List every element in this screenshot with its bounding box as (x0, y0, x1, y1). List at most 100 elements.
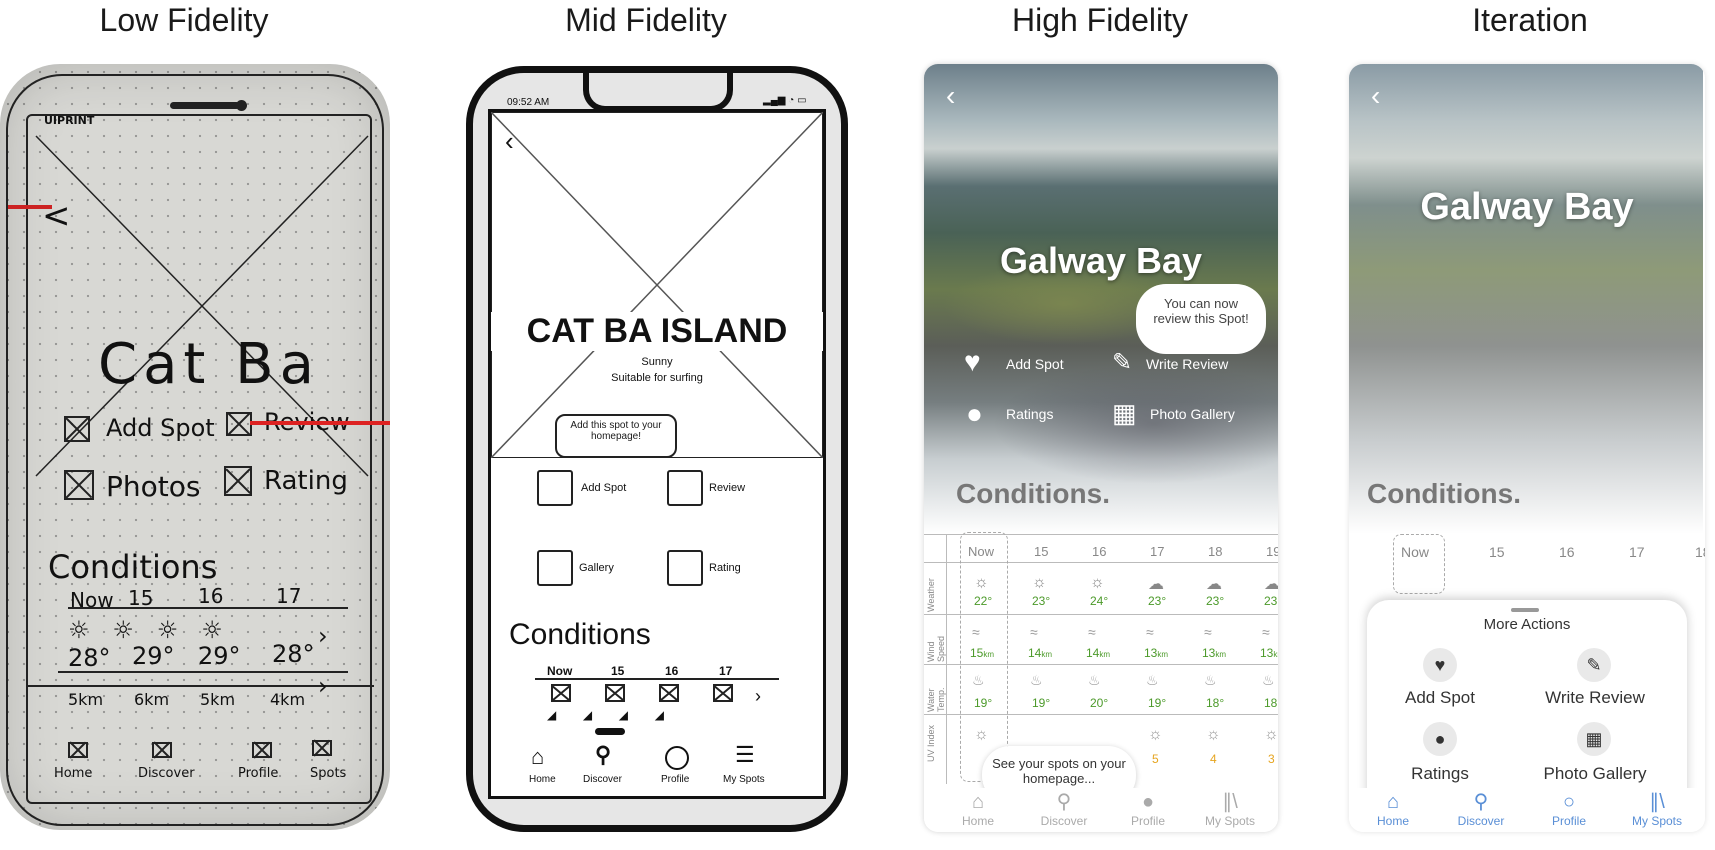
spot-title: Cat Ba (98, 332, 320, 397)
photo-gallery-label[interactable]: Photo Gallery (1150, 406, 1235, 422)
add-spot-box[interactable] (64, 416, 90, 442)
nav-profile[interactable]: ● Profile (1108, 790, 1188, 828)
nav-home-label: Home (54, 766, 93, 781)
nav-home[interactable]: ⌂ Home (938, 790, 1018, 828)
col-17: 17 (1150, 544, 1165, 559)
temp-3: 28° (272, 640, 315, 668)
wind-3: 4km (270, 690, 306, 709)
search-icon: ⚲ (1056, 791, 1072, 813)
write-review-label[interactable]: Write Review (1146, 356, 1228, 372)
wind-0: 15km (970, 646, 995, 660)
ratings-label[interactable]: Ratings (1377, 764, 1503, 784)
sheet-handle[interactable] (1511, 608, 1539, 612)
col-17: 17 (719, 664, 733, 678)
review-label: Review (709, 482, 746, 494)
water-2: 20° (1090, 696, 1109, 710)
write-review-label[interactable]: Write Review (1527, 688, 1663, 708)
review-box[interactable] (226, 412, 252, 436)
nav-profile-label: Profile (661, 774, 690, 785)
map-pin-icon[interactable]: ● (1423, 722, 1457, 756)
temp-2: 29° (198, 642, 241, 670)
col-17: 17 (1629, 544, 1645, 560)
back-icon[interactable]: ‹ (946, 80, 955, 112)
heart-icon[interactable]: ♥ (964, 346, 981, 378)
profile-icon: ○ (1562, 791, 1576, 813)
speaker-slot (170, 102, 240, 109)
nav-profile[interactable]: ○ Profile (1529, 790, 1609, 828)
rating-box[interactable] (224, 466, 252, 496)
ratings-label[interactable]: Ratings (1006, 406, 1053, 422)
water-3: 19° (1148, 696, 1167, 710)
photo-gallery-label[interactable]: Photo Gallery (1527, 764, 1663, 784)
uv-2: 3 (1268, 752, 1275, 766)
spot-title: CAT BA ISLAND (491, 312, 823, 351)
chevron-right-icon-2[interactable]: › (318, 672, 328, 700)
chevron-right-icon[interactable]: › (755, 686, 761, 707)
sun-icons: ☼ ☼ ☼ ☼ (68, 616, 223, 644)
library-icon: ∥\ (1222, 791, 1238, 813)
pencil-icon[interactable]: ✎ (1577, 648, 1611, 682)
uv-1: 4 (1210, 752, 1217, 766)
nav-discover-box[interactable] (152, 742, 172, 758)
high-fidelity-screen: ‹ Galway Bay You can now review this Spo… (924, 64, 1278, 832)
rating-button[interactable] (667, 550, 703, 586)
search-icon[interactable]: ⚲ (595, 742, 611, 768)
menu-icon[interactable]: ☰ (735, 742, 755, 768)
add-spot-label[interactable]: Add Spot (1006, 356, 1064, 372)
nav-discover[interactable]: ⚲ Discover (1024, 790, 1104, 828)
nav-discover[interactable]: ⚲ Discover (1441, 790, 1521, 828)
back-icon[interactable]: ‹ (1371, 80, 1380, 112)
map-pin-icon[interactable]: ● (966, 398, 983, 430)
home-icon: ⌂ (1386, 791, 1400, 813)
heading-mid-fidelity: Mid Fidelity (565, 2, 727, 38)
nav-discover-label: Discover (583, 774, 622, 785)
nav-profile-label: Profile (238, 766, 279, 781)
camera-dot (236, 100, 247, 111)
nav-home-box[interactable] (68, 742, 88, 758)
rating-label: Rating (709, 562, 741, 574)
col-now: Now (968, 544, 995, 559)
nav-home-label: Home (529, 774, 556, 785)
uv-0: 5 (1152, 752, 1159, 766)
water-4: 18° (1206, 696, 1225, 710)
grid-icon[interactable]: ▦ (1112, 398, 1137, 429)
mid-fidelity-wireframe: 09:52 AM ▂▄▆ ◔ ▭ ‹ CAT BA ISLAND Sunny S… (466, 66, 848, 832)
temp-0: 28° (68, 644, 111, 672)
review-button[interactable] (667, 470, 703, 506)
air-temp-3: 23° (1148, 594, 1167, 608)
air-temp-5: 23° (1264, 594, 1278, 608)
pencil-icon[interactable]: ✎ (1112, 348, 1132, 377)
col-19: 19 (1266, 544, 1278, 559)
nav-spots-box[interactable] (312, 740, 332, 756)
water-1: 19° (1032, 696, 1051, 710)
add-spot-button[interactable] (537, 470, 573, 506)
table-rule (535, 678, 779, 680)
nav-discover-label: Discover (138, 766, 195, 781)
wind-5: 13km (1260, 646, 1278, 660)
nav-profile-box[interactable] (252, 742, 272, 758)
row-label-wind-speed: Wind Speed (926, 635, 946, 662)
weather-icon-2 (659, 684, 679, 702)
wind-1: 6km (134, 690, 170, 709)
gallery-button[interactable] (537, 550, 573, 586)
add-spot-label[interactable]: Add Spot (1377, 688, 1503, 708)
back-icon[interactable]: ‹ (505, 126, 514, 157)
home-indicator (595, 728, 625, 735)
heading-low-fidelity: Low Fidelity (99, 2, 269, 38)
grid-icon[interactable]: ▦ (1577, 722, 1611, 756)
air-temp-2: 24° (1090, 594, 1109, 608)
chevron-right-icon[interactable]: › (318, 622, 328, 650)
nav-my-spots[interactable]: ∥\ My Spots (1190, 790, 1270, 828)
profile-icon: ● (1141, 791, 1155, 813)
heart-icon[interactable]: ♥ (1423, 648, 1457, 682)
photos-label: Photos (106, 470, 201, 503)
nav-my-spots[interactable]: ∥\ My Spots (1617, 790, 1697, 828)
home-icon[interactable]: ⌂ (531, 744, 544, 770)
back-icon[interactable]: < (42, 196, 71, 236)
photos-box[interactable] (64, 470, 94, 500)
red-strike (250, 421, 390, 425)
nav-home[interactable]: ⌂ Home (1353, 790, 1433, 828)
profile-icon[interactable] (665, 746, 689, 770)
weather-icon-3 (713, 684, 733, 702)
col-16: 16 (198, 584, 224, 608)
